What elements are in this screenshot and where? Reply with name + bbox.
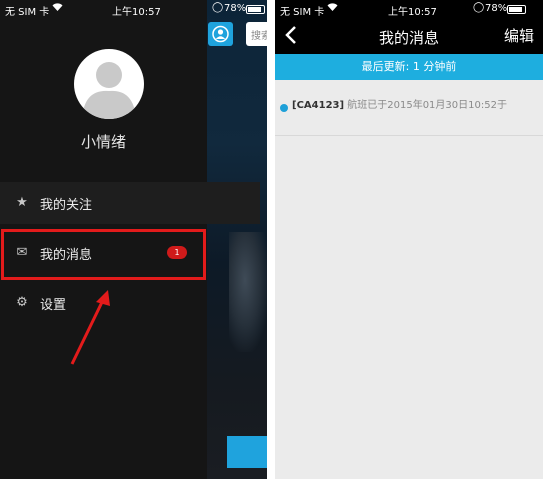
username: 小情绪 xyxy=(80,133,126,151)
menu-item-settings[interactable]: ⚙ 设置 xyxy=(0,282,260,324)
avatar[interactable] xyxy=(74,49,144,119)
edit-button[interactable]: 编辑 xyxy=(504,25,534,46)
alarm-icon: ◯ xyxy=(212,2,224,13)
status-bar: 无 SIM 卡 上午10:57 ◯ 78% xyxy=(0,0,267,18)
map-action-button[interactable] xyxy=(227,436,267,468)
annotation-highlight-box xyxy=(1,229,206,280)
annotation-arrow xyxy=(70,290,110,365)
gear-icon: ⚙ xyxy=(16,295,28,310)
battery-icon xyxy=(507,5,526,14)
menu-label: 我的关注 xyxy=(40,198,93,213)
unread-dot-icon xyxy=(280,104,288,112)
wifi-icon xyxy=(327,2,338,15)
star-icon: ★ xyxy=(16,195,28,210)
status-time: 上午10:57 xyxy=(112,7,161,18)
message-list-item[interactable]: [CA4123] 航班已于2015年01月30日10:52于 xyxy=(275,88,543,136)
status-time: 上午10:57 xyxy=(388,7,437,18)
image-divider xyxy=(267,0,275,479)
last-update-bar: 最后更新: 1 分钟前 xyxy=(275,54,543,80)
left-phone-screen: 无 SIM 卡 上午10:57 ◯ 78% 搜索 小情绪 ★ 我的关注 ✉ 我的… xyxy=(0,0,267,479)
alarm-icon: ◯ xyxy=(473,2,485,13)
user-profile-button[interactable] xyxy=(208,22,233,46)
status-bar: 无 SIM 卡 上午10:57 ◯ 78% xyxy=(275,0,543,18)
message-text: [CA4123] 航班已于2015年01月30日10:52于 xyxy=(292,96,507,111)
user-icon xyxy=(212,25,229,43)
flight-code: [CA4123] xyxy=(292,100,345,111)
battery-percent: 78% xyxy=(485,3,508,14)
menu-item-my-follows[interactable]: ★ 我的关注 xyxy=(0,182,260,224)
search-placeholder: 搜索 xyxy=(251,31,267,42)
battery-icon xyxy=(246,5,265,14)
search-input[interactable]: 搜索 xyxy=(246,22,267,46)
wifi-icon xyxy=(52,2,63,15)
carrier-label: 无 SIM 卡 xyxy=(280,7,325,18)
right-phone-screen: 无 SIM 卡 上午10:57 ◯ 78% 我的消息 编辑 最后更新: 1 分钟… xyxy=(275,0,543,479)
page-title: 我的消息 xyxy=(378,29,439,47)
carrier-label: 无 SIM 卡 xyxy=(5,7,50,18)
message-body: 航班已于2015年01月30日10:52于 xyxy=(344,100,507,111)
battery-percent: 78% xyxy=(224,3,247,14)
